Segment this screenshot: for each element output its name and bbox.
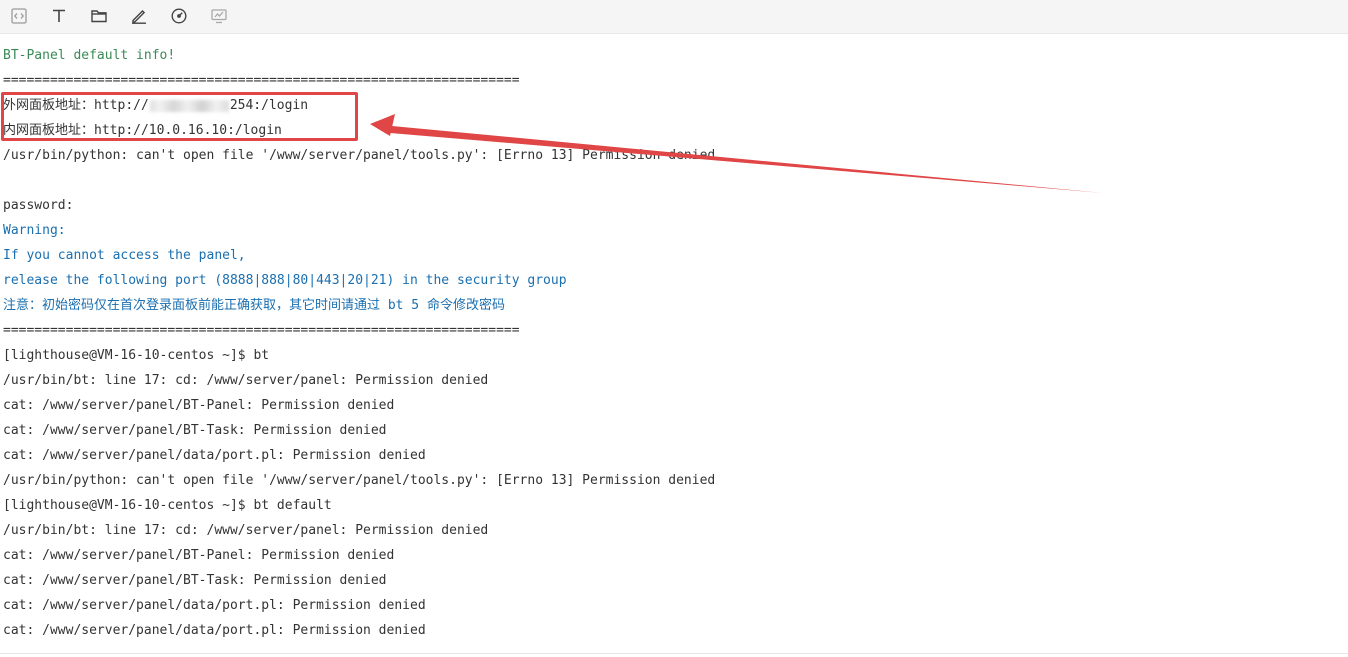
python-error-line: /usr/bin/python: can't open file '/www/s… bbox=[3, 473, 716, 488]
error-line: cat: /www/server/panel/data/port.pl: Per… bbox=[3, 598, 426, 613]
error-line: cat: /www/server/panel/data/port.pl: Per… bbox=[3, 448, 426, 463]
annotation-highlight-box bbox=[1, 92, 358, 141]
shell-prompt-line: [lighthouse@VM-16-10-centos ~]$ bt defau… bbox=[3, 498, 332, 513]
editor-toolbar bbox=[0, 0, 1348, 34]
code-icon[interactable] bbox=[9, 6, 29, 26]
monitor-chart-icon[interactable] bbox=[209, 6, 229, 26]
cannot-access-line: If you cannot access the panel, bbox=[3, 248, 246, 263]
separator-line: ========================================… bbox=[3, 323, 520, 338]
separator-line: ========================================… bbox=[3, 73, 520, 88]
warning-line: Warning: bbox=[3, 223, 66, 238]
error-line: cat: /www/server/panel/BT-Task: Permissi… bbox=[3, 573, 387, 588]
error-line: cat: /www/server/panel/BT-Task: Permissi… bbox=[3, 423, 387, 438]
password-line: password: bbox=[3, 198, 74, 213]
terminal-header: BT-Panel default info! bbox=[3, 48, 176, 63]
error-line: cat: /www/server/panel/data/port.pl: Per… bbox=[3, 623, 426, 638]
error-line: /usr/bin/bt: line 17: cd: /www/server/pa… bbox=[3, 523, 489, 538]
shell-prompt-line: [lighthouse@VM-16-10-centos ~]$ bt bbox=[3, 348, 270, 363]
edit-pencil-icon[interactable] bbox=[129, 6, 149, 26]
error-line: /usr/bin/bt: line 17: cd: /www/server/pa… bbox=[3, 373, 489, 388]
error-line: cat: /www/server/panel/BT-Panel: Permiss… bbox=[3, 398, 395, 413]
release-ports-line: release the following port (8888|888|80|… bbox=[3, 273, 567, 288]
password-note-line: 注意：初始密码仅在首次登录面板前能正确获取，其它时间请通过 bt 5 命令修改密… bbox=[3, 298, 505, 313]
error-line: cat: /www/server/panel/BT-Panel: Permiss… bbox=[3, 548, 395, 563]
python-error-line: /usr/bin/python: can't open file '/www/s… bbox=[3, 148, 716, 163]
dashboard-gauge-icon[interactable] bbox=[169, 6, 189, 26]
bottom-divider bbox=[0, 653, 1348, 654]
folder-icon[interactable] bbox=[89, 6, 109, 26]
text-format-icon[interactable] bbox=[49, 6, 69, 26]
